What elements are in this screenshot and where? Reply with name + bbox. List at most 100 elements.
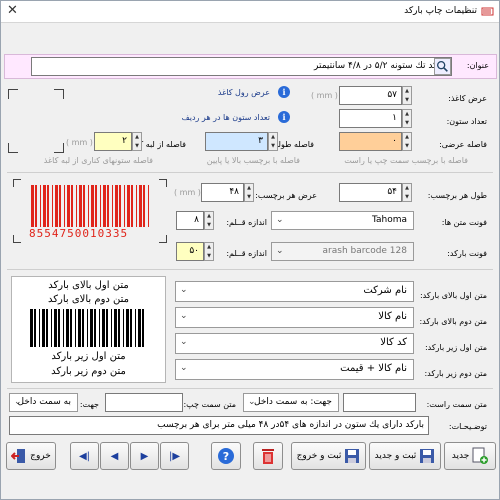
v-margin-input[interactable]: ۳ — [205, 132, 268, 151]
label-length-spinner[interactable]: ▲ ▼ — [402, 183, 412, 202]
help-button[interactable]: ? — [211, 442, 241, 470]
label-width-spinner[interactable]: ▲ ▼ — [244, 183, 254, 202]
chevron-down-icon: ⌄ — [180, 337, 188, 347]
left-text-label: متن سمت چپ: — [183, 400, 236, 409]
text-size-label: اندازه قــلم: — [226, 218, 267, 227]
barcode-size-spinner[interactable]: ▲ ▼ — [204, 242, 214, 261]
label-width-label: عرض هر برچسب: — [255, 191, 317, 200]
title-input[interactable]: بارکد تك ستونه ۵/۲ در ۴/۸ سانتیمتر — [31, 57, 452, 76]
text-3-label: متن اول زیر بارکد: — [424, 343, 487, 352]
paper-width-input[interactable]: ۵۷ — [339, 86, 402, 105]
title-bar: ✕ تنظیمات چاپ بارکد — [1, 1, 499, 23]
text-3-select[interactable]: کد کالا ⌄ — [175, 333, 414, 354]
barcode-size-input[interactable]: ۵۰ — [176, 242, 204, 261]
search-icon[interactable] — [434, 58, 451, 75]
preview-bottom-text-1: متن اول زیر بارکد — [51, 351, 126, 362]
paper-width-label: عرض کاغذ: — [448, 94, 487, 103]
preview-bottom-text-2: متن دوم زیر بارکد — [51, 366, 126, 377]
columns-label: تعداد ستون: — [446, 117, 487, 126]
exit-door-icon — [11, 449, 26, 463]
edge-margin-hint: فاصله ستونهای کناری از لبه کاغذ — [43, 156, 153, 165]
text-font-label: فونت متن ها: — [441, 218, 487, 227]
edge-margin-input[interactable]: ۲ — [94, 132, 132, 151]
label-length-input[interactable]: ۵۴ — [339, 183, 402, 202]
window-title: تنظیمات چاپ بارکد — [404, 6, 477, 16]
trash-icon — [262, 449, 274, 464]
barcode-sample-preview: 8554750010335 — [13, 179, 167, 243]
roll-width-hint: عرض رول کاغذ — [217, 88, 270, 97]
columns-input[interactable]: ۱ — [339, 109, 402, 128]
help-icon: ? — [218, 448, 234, 464]
text-1-label: متن اول بالای بارکد: — [419, 291, 487, 300]
paper-width-unit: ( mm ) — [311, 91, 338, 100]
delete-button[interactable] — [253, 442, 283, 470]
save-icon — [420, 449, 435, 463]
divider — [7, 269, 493, 270]
chevron-down-icon: ⌄ — [180, 311, 188, 321]
save-icon — [345, 449, 360, 463]
barcode-size-label: اندازه قــلم: — [226, 249, 267, 258]
info-icon[interactable]: i — [278, 86, 290, 98]
barcode-font-select[interactable]: arash barcode 128 ⌄ — [271, 242, 414, 261]
text-font-select[interactable]: Tahoma ⌄ — [271, 211, 414, 230]
left-dir-select[interactable]: به سمت داخل ⌄ — [9, 393, 78, 412]
edge-margin-spinner[interactable]: ▲ ▼ — [132, 132, 142, 151]
columns-spinner[interactable]: ▲ ▼ — [402, 109, 412, 128]
right-dir-select[interactable]: جهت: به سمت داخل ⌄ — [243, 393, 339, 412]
description-label: توضـیحـات: — [448, 422, 487, 431]
preview-top-text-2: متن دوم بالای بارکد — [47, 294, 130, 305]
chevron-down-icon: ⌄ — [180, 285, 188, 295]
barcode-digits: 8554750010335 — [29, 227, 129, 240]
chevron-down-icon: ⌄ — [276, 215, 284, 225]
h-margin-input[interactable]: ۰ — [339, 132, 402, 151]
exit-button[interactable]: خروج — [6, 442, 56, 470]
next-icon: ▶ — [140, 450, 149, 462]
label-width-input[interactable]: ۴۸ — [201, 183, 244, 202]
next-record-button[interactable]: ▶ — [130, 442, 159, 470]
preview-top-text-1: متن اول بالای بارکد — [48, 280, 129, 291]
barcode-font-label: فونت بارکد: — [447, 249, 487, 258]
new-doc-icon — [472, 447, 489, 464]
left-text-input[interactable] — [105, 393, 183, 412]
chevron-down-icon: ⌄ — [14, 397, 22, 407]
text-1-select[interactable]: نام شرکت ⌄ — [175, 281, 414, 302]
text-size-input[interactable]: ۸ — [176, 211, 204, 230]
title-label: عنوان: — [466, 61, 489, 70]
label-preview: متن اول بالای بارکد متن دوم بالای بارکد … — [11, 276, 166, 383]
barcode-app-icon — [481, 7, 494, 16]
last-record-button[interactable]: ▶| — [160, 442, 189, 470]
text-4-select[interactable]: نام کالا + قیمت ⌄ — [175, 359, 414, 380]
right-text-label: متن سمت راست: — [426, 400, 487, 409]
chevron-down-icon: ⌄ — [248, 397, 256, 407]
h-margin-spinner[interactable]: ▲ ▼ — [402, 132, 412, 151]
save-new-button[interactable]: ثبت و جدید — [369, 442, 441, 470]
text-2-select[interactable]: نام کالا ⌄ — [175, 307, 414, 328]
left-dir-label: جهت: — [79, 400, 99, 409]
paper-width-spinner[interactable]: ▲ ▼ — [402, 86, 412, 105]
previous-record-button[interactable]: ◀ — [100, 442, 129, 470]
close-icon[interactable]: ✕ — [7, 3, 18, 18]
text-2-label: متن دوم بالای بارکد: — [419, 317, 487, 326]
right-text-input[interactable] — [343, 393, 416, 412]
cols-per-row-hint: تعداد ستون ها در هر ردیف — [181, 113, 270, 122]
previous-icon: ◀ — [110, 450, 119, 462]
last-icon: ▶| — [168, 450, 181, 462]
description-input[interactable]: بارکد دارای یك ستون در اندازه های ۵۴در ۴… — [9, 416, 429, 435]
save-exit-button[interactable]: ثبت و خروج — [291, 442, 366, 470]
v-margin-spinner[interactable]: ▲ ▼ — [268, 132, 278, 151]
barcode-print-settings-window: ✕ تنظیمات چاپ بارکد عنوان: بارکد تك ستون… — [0, 0, 500, 500]
text-4-label: متن دوم زیر بارکد: — [424, 369, 487, 378]
h-margin-label: فاصله عرضی: — [439, 140, 487, 149]
h-margin-hint: فاصله با برچسب سمت چپ یا راست — [344, 156, 468, 165]
text-size-spinner[interactable]: ▲ ▼ — [204, 211, 214, 230]
divider — [7, 388, 493, 389]
preview-barcode-bars — [30, 309, 147, 347]
label-layout-preview — [8, 89, 64, 153]
barcode-bars — [31, 185, 151, 227]
chevron-down-icon: ⌄ — [276, 246, 284, 256]
first-record-button[interactable]: |◀ — [70, 442, 99, 470]
divider — [7, 172, 493, 173]
info-icon[interactable]: i — [278, 111, 290, 123]
new-button[interactable]: جدید — [444, 442, 496, 470]
edge-margin-unit: ( mm ) — [66, 138, 93, 147]
